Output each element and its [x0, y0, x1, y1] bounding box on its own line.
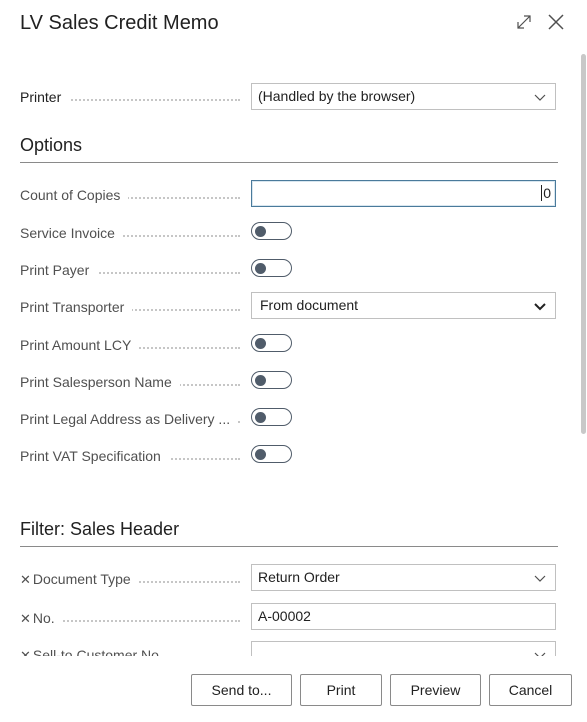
- print-vat-spec-toggle[interactable]: [251, 445, 292, 463]
- document-type-select[interactable]: Return Order: [251, 564, 556, 591]
- count-of-copies-value: 0: [541, 185, 551, 201]
- no-value: A-00002: [258, 608, 311, 624]
- print-payer-label: Print Payer: [20, 261, 240, 279]
- toggle-knob: [255, 337, 266, 349]
- chevron-down-icon: [534, 94, 546, 101]
- print-transporter-label: Print Transporter: [20, 298, 240, 316]
- toggle-knob: [255, 262, 266, 274]
- chevron-down-icon: [534, 303, 546, 311]
- cancel-button[interactable]: Cancel: [489, 674, 572, 706]
- clear-filter-icon[interactable]: ✕: [20, 611, 31, 626]
- toggle-knob: [255, 225, 266, 237]
- print-amount-lcy-label: Print Amount LCY: [20, 336, 240, 354]
- print-legal-address-label: Print Legal Address as Delivery ...: [20, 410, 240, 428]
- print-transporter-select[interactable]: From document: [251, 292, 556, 319]
- print-amount-lcy-toggle[interactable]: [251, 334, 292, 352]
- printer-label: Printer: [20, 88, 240, 106]
- document-type-value: Return Order: [258, 569, 340, 585]
- print-button[interactable]: Print: [300, 674, 382, 706]
- preview-button[interactable]: Preview: [390, 674, 481, 706]
- options-heading: Options: [20, 135, 558, 163]
- printer-value: (Handled by the browser): [258, 88, 416, 104]
- toggle-knob: [255, 411, 266, 423]
- print-salesperson-name-label: Print Salesperson Name: [20, 373, 240, 391]
- toggle-knob: [255, 448, 266, 460]
- scrollbar[interactable]: [581, 54, 586, 434]
- chevron-down-icon: [534, 575, 546, 582]
- dialog-title: LV Sales Credit Memo: [20, 12, 219, 34]
- send-to-button[interactable]: Send to...: [191, 674, 292, 706]
- toggle-knob: [255, 374, 266, 386]
- dialog-content: LV Sales Credit Memo Printer (Handled by…: [0, 0, 587, 656]
- filter-heading: Filter: Sales Header: [20, 519, 558, 547]
- service-invoice-label: Service Invoice: [20, 224, 240, 242]
- clear-filter-icon[interactable]: ✕: [20, 572, 31, 587]
- document-type-label: ✕ Document Type: [20, 570, 240, 589]
- print-legal-address-toggle[interactable]: [251, 408, 292, 426]
- expand-icon[interactable]: [513, 11, 535, 33]
- close-icon[interactable]: [545, 11, 567, 33]
- print-transporter-value: From document: [260, 297, 359, 313]
- no-label: ✕ No.: [20, 609, 240, 628]
- sell-to-customer-no-select[interactable]: [251, 641, 556, 656]
- print-vat-spec-label: Print VAT Specification: [20, 447, 240, 465]
- clear-filter-icon[interactable]: ✕: [20, 648, 31, 656]
- service-invoice-toggle[interactable]: [251, 222, 292, 240]
- printer-select[interactable]: (Handled by the browser): [251, 83, 556, 110]
- print-salesperson-name-toggle[interactable]: [251, 371, 292, 389]
- no-input[interactable]: A-00002: [251, 603, 556, 630]
- print-payer-toggle[interactable]: [251, 259, 292, 277]
- count-of-copies-label: Count of Copies: [20, 186, 240, 204]
- chevron-down-icon: [534, 652, 546, 656]
- count-of-copies-input[interactable]: 0: [251, 180, 556, 207]
- sell-to-customer-no-label: ✕ Sell-to Customer No.: [20, 646, 240, 656]
